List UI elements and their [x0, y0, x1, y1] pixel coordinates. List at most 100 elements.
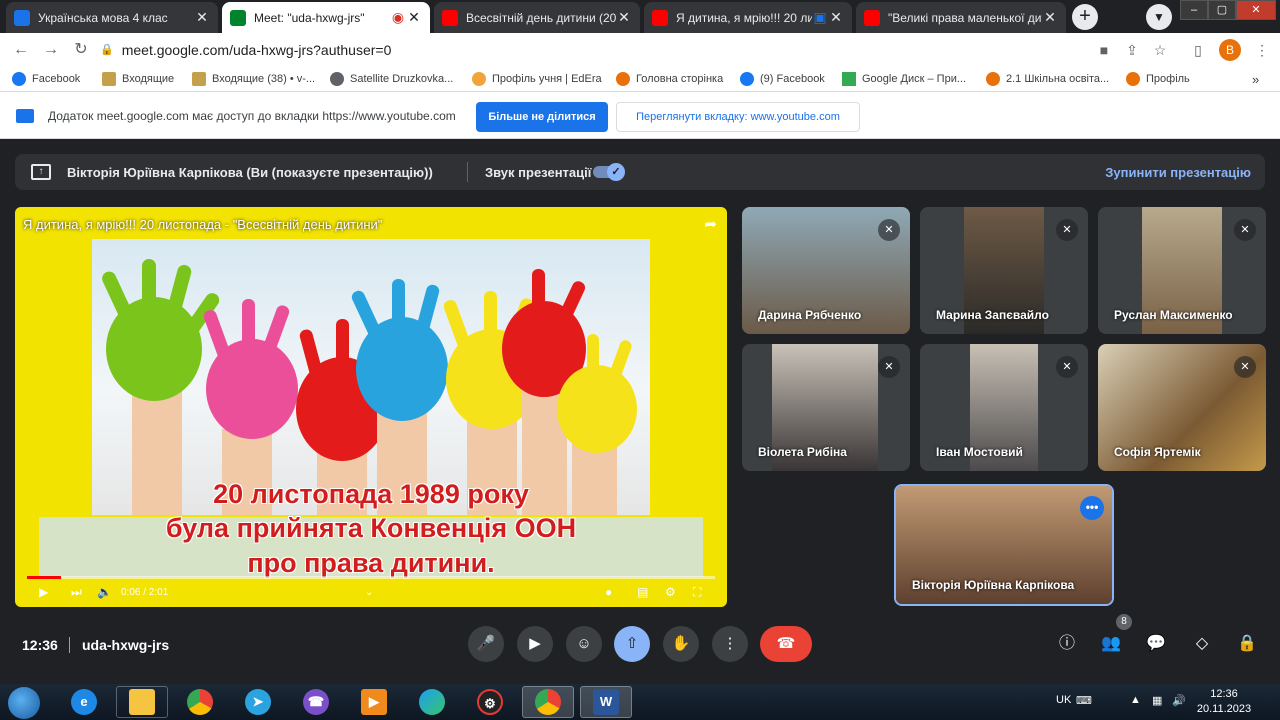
autoplay-toggle[interactable]: ● — [605, 585, 612, 599]
info-icon[interactable]: ⓘ — [1055, 632, 1079, 656]
bookmark-item[interactable]: (9) Facebook — [740, 70, 825, 88]
shared-video[interactable]: 20 листопада 1989 року була прийнята Кон… — [15, 207, 727, 607]
app-icon[interactable]: ⚙ — [464, 686, 516, 718]
file-explorer-icon[interactable] — [116, 686, 168, 718]
tab-search-icon[interactable]: ▼ — [1146, 4, 1172, 30]
fullscreen-icon[interactable]: ⛶ — [693, 585, 701, 600]
participant-tile[interactable]: ✕ Софія Яртемік — [1098, 344, 1266, 471]
browser-toolbar: ← → ↻ 🔒 meet.google.com/uda-hxwg-jrs?aut… — [0, 33, 1280, 66]
host-controls-icon[interactable]: 🔒 — [1235, 632, 1259, 656]
more-options-icon[interactable]: ••• — [1080, 496, 1104, 520]
present-screen-icon: ↑ — [31, 164, 51, 180]
window-close-button[interactable]: ✕ — [1236, 0, 1276, 20]
leave-call-button[interactable]: ☎ — [760, 626, 812, 662]
bookmark-item[interactable]: 2.1 Шкільна освіта... — [986, 70, 1109, 88]
people-icon[interactable]: 👥 — [1099, 632, 1123, 656]
mic-off-icon: ✕ — [1056, 356, 1078, 378]
reactions-button[interactable]: ☺ — [566, 626, 602, 662]
language-indicator[interactable]: UK — [1056, 694, 1071, 706]
media-player-icon[interactable]: ▶ — [348, 686, 400, 718]
activities-icon[interactable]: ◇ — [1190, 632, 1214, 656]
share-icon[interactable]: ⇪ — [1122, 40, 1142, 60]
presentation-audio-toggle[interactable]: ✓ — [591, 163, 627, 181]
meet-control-bar: 12:36 uda-hxwg-jrs 🎤 ▶ ☺ ⇧ ✋ ⋮ ☎ ⓘ 👥 8 💬… — [0, 612, 1280, 684]
close-icon[interactable]: ✕ — [194, 9, 210, 26]
infobar-message: Додаток meet.google.com має доступ до вк… — [48, 109, 456, 123]
close-icon[interactable]: ✕ — [616, 9, 632, 26]
speaker-icon[interactable]: 🔊 — [1172, 694, 1186, 707]
close-icon[interactable]: ✕ — [406, 9, 422, 26]
self-view-tile[interactable]: ••• Вікторія Юріївна Карпікова — [894, 484, 1114, 606]
bookmark-item[interactable]: Головна сторінка — [616, 70, 723, 88]
bookmark-item[interactable]: Google Диск – При... — [842, 70, 966, 88]
stop-sharing-button[interactable]: Більше не ділитися — [476, 102, 608, 132]
tab-youtube-3[interactable]: "Великі права маленької дит ✕ — [856, 2, 1066, 33]
chrome-icon[interactable] — [174, 686, 226, 718]
reload-icon[interactable]: ↻ — [70, 39, 92, 61]
bookmark-item[interactable]: Профіль — [1126, 70, 1190, 88]
participant-tile[interactable]: ✕ Руслан Максименко — [1098, 207, 1266, 334]
edge-icon[interactable] — [406, 686, 458, 718]
word-icon[interactable]: W — [580, 686, 632, 718]
mail-icon — [102, 72, 116, 86]
minimize-button[interactable]: – — [1180, 0, 1208, 20]
maximize-button[interactable]: ▢ — [1208, 0, 1236, 20]
share-icon[interactable]: ➦ — [704, 215, 717, 233]
menu-icon[interactable]: ⋮ — [1252, 40, 1272, 60]
viber-icon[interactable]: ☎ — [290, 686, 342, 718]
internet-explorer-icon[interactable]: e — [58, 686, 110, 718]
start-button[interactable] — [8, 687, 40, 719]
raise-hand-button[interactable]: ✋ — [663, 626, 699, 662]
address-bar[interactable]: 🔒 meet.google.com/uda-hxwg-jrs?authuser=… — [100, 37, 1180, 62]
camera-icon[interactable]: ■ — [1094, 40, 1114, 60]
bookmark-item[interactable]: Facebook — [12, 70, 80, 88]
system-clock[interactable]: 12:36 20.11.2023 — [1196, 687, 1252, 717]
tray-expand-icon[interactable]: ▲ — [1130, 694, 1141, 706]
view-tab-button[interactable]: Переглянути вкладку: www.youtube.com — [616, 102, 860, 132]
play-icon[interactable]: ▶ — [39, 585, 48, 599]
keyboard-icon[interactable]: ⌨ — [1076, 694, 1092, 707]
youtube-icon — [652, 9, 668, 26]
next-icon[interactable]: ⏭ — [71, 585, 82, 600]
video-progress-bar[interactable] — [27, 576, 715, 579]
bookmark-item[interactable]: Satellite Druzkovka... — [330, 70, 453, 88]
bookmark-item[interactable]: Входящие (38) • v-... — [192, 70, 315, 88]
close-icon[interactable]: ✕ — [828, 9, 844, 26]
participant-tile[interactable]: ✕ Марина Запєвайло — [920, 207, 1088, 334]
profile-avatar[interactable]: В — [1219, 39, 1241, 61]
network-icon[interactable]: ▦ — [1152, 694, 1162, 707]
tab-title: Українська мова 4 клас — [38, 10, 168, 25]
settings-icon[interactable]: ⚙ — [665, 585, 676, 599]
participant-tile[interactable]: ✕ Віолета Рибіна — [742, 344, 910, 471]
participant-tile[interactable]: ✕ Дарина Рябченко — [742, 207, 910, 334]
bookmark-item[interactable]: Профіль учня | EdEra — [472, 70, 602, 88]
star-icon[interactable]: ☆ — [1150, 40, 1170, 60]
tab-meet[interactable]: Meet: "uda-hxwg-jrs" ◉ ✕ — [222, 2, 430, 33]
side-panel-icon[interactable]: ▯ — [1188, 40, 1208, 60]
painted-hands-illustration — [102, 259, 637, 515]
close-icon[interactable]: ✕ — [1042, 9, 1058, 26]
forward-icon[interactable]: → — [40, 39, 62, 61]
camera-button[interactable]: ▶ — [517, 626, 553, 662]
subtitles-icon[interactable]: ▤ — [637, 585, 648, 599]
back-icon[interactable]: ← — [10, 39, 32, 61]
volume-icon[interactable]: 🔈 — [97, 585, 112, 599]
url-text: meet.google.com/uda-hxwg-jrs?authuser=0 — [121, 41, 392, 58]
stop-presenting-button[interactable]: Зупинити презентацію — [1105, 165, 1251, 180]
tab-ukrainian-lesson[interactable]: Українська мова 4 клас ✕ — [6, 2, 218, 33]
telegram-icon[interactable]: ➤ — [232, 686, 284, 718]
video-title[interactable]: Я дитина, я мрію!!! 20 листопада - "Всес… — [23, 217, 382, 232]
tab-youtube-1[interactable]: Всесвітній день дитини (20 ли ✕ — [434, 2, 640, 33]
bookmark-item[interactable]: Входящие — [102, 70, 174, 88]
microphone-button[interactable]: 🎤 — [468, 626, 504, 662]
chevron-down-icon[interactable]: ⌄ — [365, 587, 373, 598]
more-bookmarks-icon[interactable]: » — [1252, 70, 1259, 88]
more-options-button[interactable]: ⋮ — [712, 626, 748, 662]
chat-icon[interactable]: 💬 — [1144, 632, 1168, 656]
new-tab-button[interactable]: + — [1072, 4, 1098, 30]
tab-youtube-2[interactable]: Я дитина, я мрію!!! 20 ли ▣ ✕ — [644, 2, 852, 33]
participant-tile[interactable]: ✕ Іван Мостовий — [920, 344, 1088, 471]
participant-name: Іван Мостовий — [936, 445, 1023, 459]
chrome-active-icon[interactable] — [522, 686, 574, 718]
present-button[interactable]: ⇧ — [614, 626, 650, 662]
